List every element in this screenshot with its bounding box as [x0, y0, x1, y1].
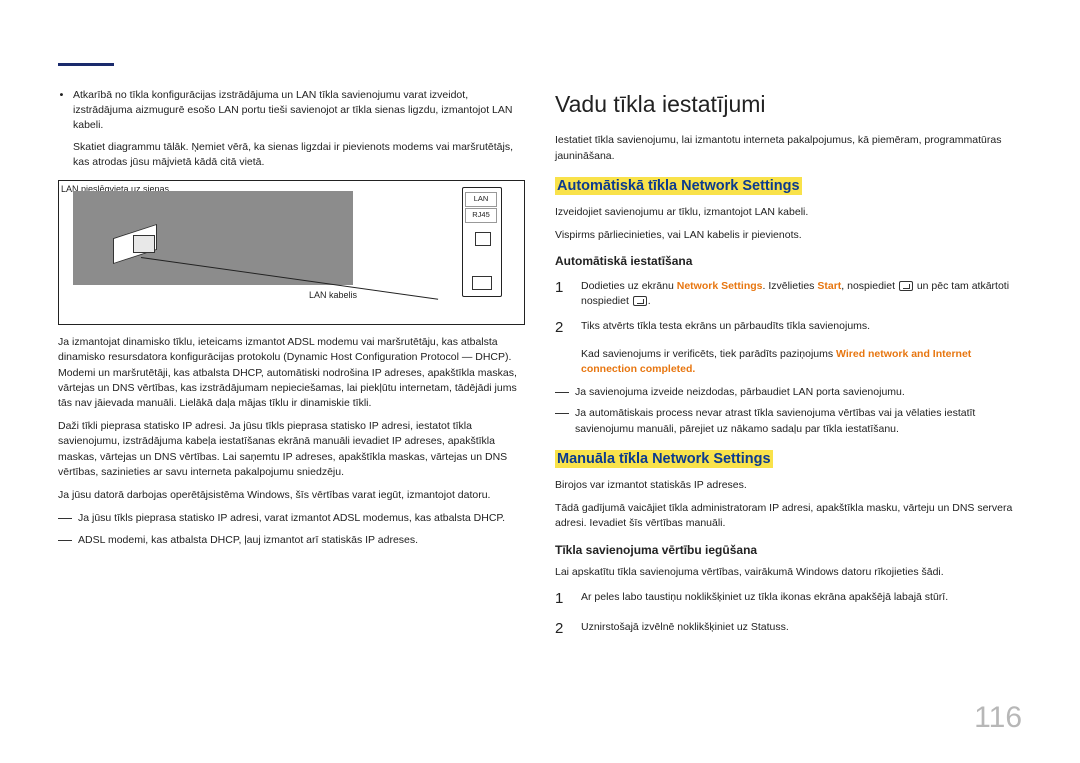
bullet-text: Atkarībā no tīkla konfigurācijas izstrād… [73, 88, 525, 134]
step-number: 1 [555, 277, 571, 309]
text: , nospiediet [841, 280, 898, 292]
diagram-port-label: RJ45 [465, 208, 497, 223]
step-item: 1 Ar peles labo taustiņu noklikšķiniet u… [555, 588, 1022, 610]
diagram-device: LAN RJ45 [462, 187, 502, 297]
dash-icon [58, 540, 72, 548]
enter-button-icon [899, 281, 913, 291]
section-heading: Vadu tīkla iestatījumi [555, 88, 1022, 121]
subsection-heading-manual: Manuāla tīkla Network Settings [555, 450, 773, 468]
step-text: Dodieties uz ekrānu Network Settings. Iz… [581, 277, 1022, 309]
paragraph: Tādā gadījumā vaicājiet tīkla administra… [555, 501, 1022, 531]
step-number: 2 [555, 317, 571, 339]
paragraph: Daži tīkli pieprasa statisko IP adresi. … [58, 419, 525, 480]
page-number: 116 [974, 696, 1022, 740]
paragraph: Birojos var izmantot statiskās IP adrese… [555, 478, 1022, 493]
bullet-item: • Atkarībā no tīkla konfigurācijas izstr… [58, 88, 525, 134]
diagram-house-icon [475, 232, 491, 246]
note-item: Ja savienojuma izveide neizdodas, pārbau… [555, 385, 1022, 400]
enter-button-icon [633, 296, 647, 306]
bullet-dot-icon: • [58, 88, 65, 134]
paragraph: Lai apskatītu tīkla savienojuma vērtības… [555, 565, 1022, 580]
ui-term: Start [817, 280, 841, 292]
note-text: Ja savienojuma izveide neizdodas, pārbau… [575, 385, 1022, 400]
note-text: Ja automātiskais process nevar atrast tī… [575, 406, 1022, 436]
step-text: Tiks atvērts tīkla testa ekrāns un pārba… [581, 317, 1022, 339]
bullet-subtext: Skatiet diagrammu tālāk. Ņemiet vērā, ka… [73, 140, 525, 170]
right-column: Vadu tīkla iestatījumi Iestatiet tīkla s… [555, 88, 1022, 648]
step-text: Uznirstošajā izvēlnē noklikšķiniet uz St… [581, 618, 1022, 640]
diagram-cable-label: LAN kabelis [309, 289, 357, 302]
page-accent-bar [58, 63, 114, 66]
diagram-plug-icon [133, 235, 155, 253]
step-number: 1 [555, 588, 571, 610]
paragraph: Vispirms pārliecinieties, vai LAN kabeli… [555, 228, 1022, 243]
step-item: 2 Tiks atvērts tīkla testa ekrāns un pār… [555, 317, 1022, 339]
paragraph: Izveidojiet savienojumu ar tīklu, izmant… [555, 205, 1022, 220]
note-item: Ja automātiskais process nevar atrast tī… [555, 406, 1022, 436]
step-result: Kad savienojums ir verificēts, tiek parā… [581, 347, 1022, 377]
subheading-get-values: Tīkla savienojuma vērtību iegūšana [555, 542, 1022, 559]
diagram-wall [73, 191, 353, 285]
dash-icon [555, 392, 569, 400]
note-item: Ja jūsu tīkls pieprasa statisko IP adres… [58, 511, 525, 526]
note-text: ADSL modemi, kas atbalsta DHCP, ļauj izm… [78, 533, 525, 548]
lan-diagram: LAN pieslēgvieta uz sienas LAN kabelis L… [58, 180, 525, 325]
note-item: ADSL modemi, kas atbalsta DHCP, ļauj izm… [58, 533, 525, 548]
paragraph: Ja izmantojat dinamisko tīklu, ieteicams… [58, 335, 525, 411]
note-text: Ja jūsu tīkls pieprasa statisko IP adres… [78, 511, 525, 526]
text: Kad savienojums ir verificēts, tiek parā… [581, 348, 836, 360]
subheading-auto-setup: Automātiskā iestatīšana [555, 253, 1022, 270]
diagram-rj45-port-icon [472, 276, 492, 290]
left-column: • Atkarībā no tīkla konfigurācijas izstr… [58, 88, 525, 648]
dash-icon [555, 413, 569, 436]
text: Dodieties uz ekrānu [581, 280, 677, 292]
step-item: 1 Dodieties uz ekrānu Network Settings. … [555, 277, 1022, 309]
subsection-heading-auto: Automātiskā tīkla Network Settings [555, 177, 802, 195]
text: . [648, 295, 651, 307]
step-text: Ar peles labo taustiņu noklikšķiniet uz … [581, 588, 1022, 610]
paragraph: Ja jūsu datorā darbojas operētājsistēma … [58, 488, 525, 503]
text: . Izvēlieties [763, 280, 818, 292]
paragraph: Iestatiet tīkla savienojumu, lai izmanto… [555, 133, 1022, 163]
diagram-lan-label: LAN [465, 192, 497, 207]
step-number: 2 [555, 618, 571, 640]
dash-icon [58, 518, 72, 526]
content-columns: • Atkarībā no tīkla konfigurācijas izstr… [58, 88, 1022, 648]
ui-term: Network Settings [677, 280, 763, 292]
step-item: 2 Uznirstošajā izvēlnē noklikšķiniet uz … [555, 618, 1022, 640]
